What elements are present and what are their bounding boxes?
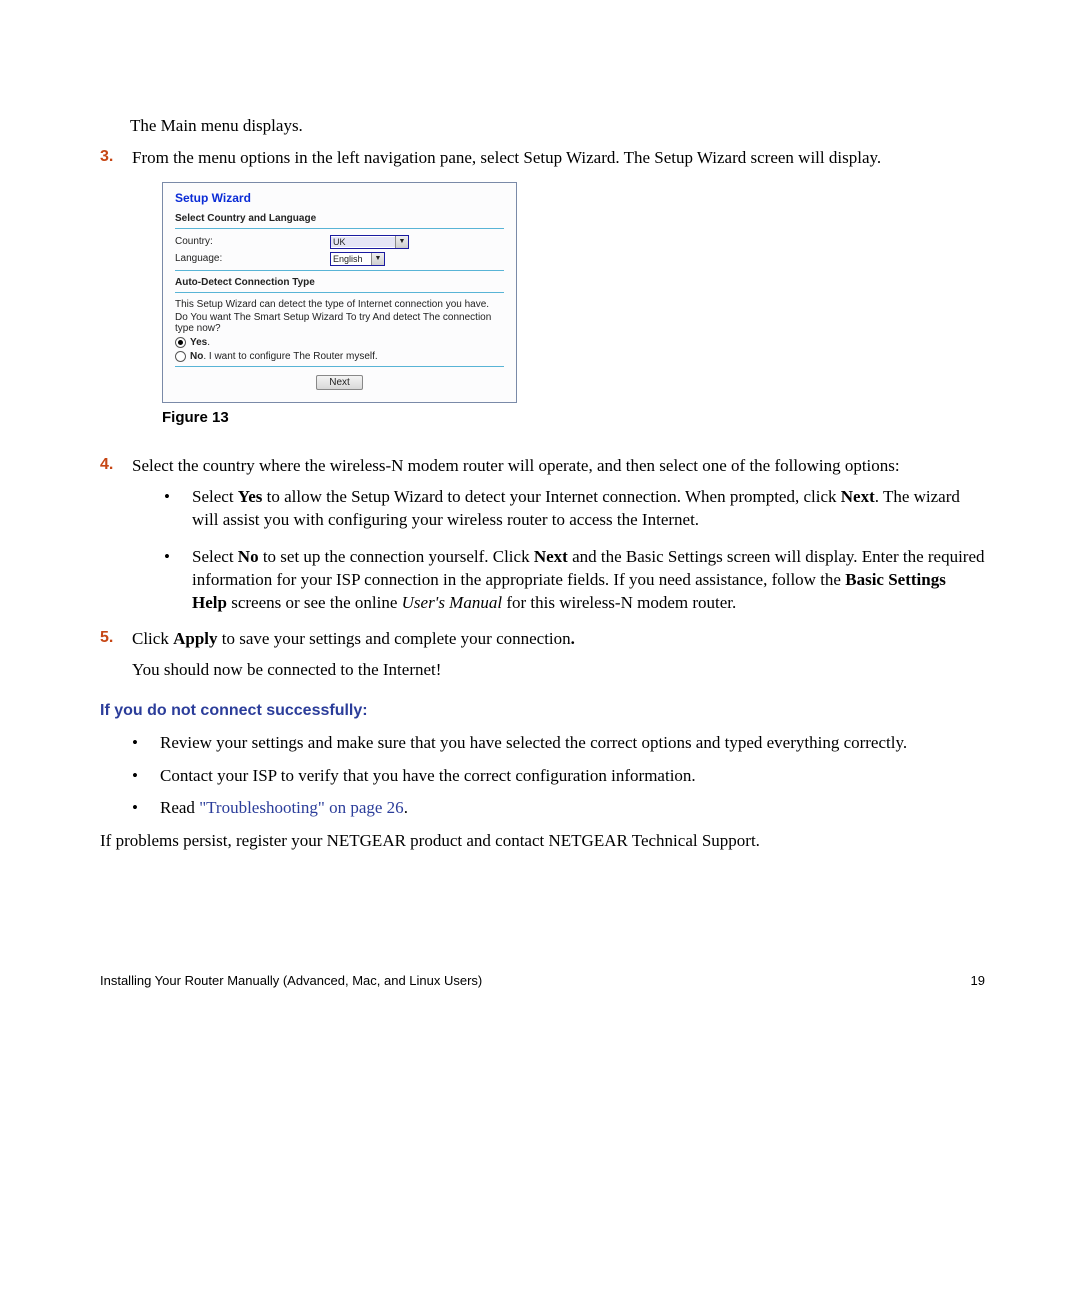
wizard-desc-1: This Setup Wizard can detect the type of… [175,299,504,310]
step-4: 4. Select the country where the wireless… [100,456,985,615]
country-select[interactable]: UK ▼ [330,235,409,249]
chevron-down-icon: ▼ [371,253,384,265]
step-number: 4. [100,456,113,474]
step-number: 5. [100,629,113,647]
intro-text: The Main menu displays. [130,115,985,138]
setup-wizard-screenshot: Setup Wizard Select Country and Language… [162,182,517,403]
separator [175,228,504,229]
radio-yes[interactable] [175,337,186,348]
troubleshooting-link[interactable]: "Troubleshooting" on page 26 [199,798,404,817]
footer-page-number: 19 [971,973,985,988]
radio-yes-row[interactable]: Yes. [175,337,504,348]
page-footer: Installing Your Router Manually (Advance… [100,973,985,988]
radio-yes-label: Yes. [190,337,210,348]
language-row: Language: English ▼ [175,252,504,266]
language-value: English [331,254,371,264]
wizard-desc-2: Do You want The Smart Setup Wizard To tr… [175,312,504,334]
country-row: Country: UK ▼ [175,235,504,249]
radio-no-label: No. I want to configure The Router mysel… [190,351,378,362]
wizard-section-autodetect: Auto-Detect Connection Type [175,277,504,288]
separator [175,270,504,271]
step-text: Select the country where the wireless-N … [132,456,900,475]
separator [175,366,504,367]
wizard-title: Setup Wizard [175,191,504,205]
step-text: From the menu options in the left naviga… [132,148,881,167]
country-value: UK [331,237,395,247]
option-yes: Select Yes to allow the Setup Wizard to … [162,486,985,532]
language-label: Language: [175,253,330,264]
radio-no[interactable] [175,351,186,362]
separator [175,292,504,293]
document-page: The Main menu displays. 3. From the menu… [0,0,1080,1048]
chevron-down-icon: ▼ [395,236,408,248]
country-label: Country: [175,236,330,247]
bullet-review: Review your settings and make sure that … [130,732,985,755]
step-number: 3. [100,148,113,166]
step-text: Click Apply to save your settings and co… [132,629,575,648]
next-button[interactable]: Next [316,375,363,390]
heading-not-connected: If you do not connect successfully: [100,702,985,720]
step-4-options: Select Yes to allow the Setup Wizard to … [162,486,985,615]
step-5-after: You should now be connected to the Inter… [132,659,985,682]
step-3: 3. From the menu options in the left nav… [100,148,985,426]
language-select[interactable]: English ▼ [330,252,385,266]
bullet-contact-isp: Contact your ISP to verify that you have… [130,765,985,788]
troubleshoot-bullets: Review your settings and make sure that … [130,732,985,821]
footer-chapter: Installing Your Router Manually (Advance… [100,973,482,988]
step-list: 3. From the menu options in the left nav… [100,148,985,682]
option-no: Select No to set up the connection yours… [162,546,985,615]
closing-text: If problems persist, register your NETGE… [100,830,985,853]
wizard-section-country: Select Country and Language [175,213,504,224]
radio-no-row[interactable]: No. I want to configure The Router mysel… [175,351,504,362]
bullet-read-troubleshooting: Read "Troubleshooting" on page 26. [130,797,985,820]
step-5: 5. Click Apply to save your settings and… [100,629,985,682]
figure-caption: Figure 13 [162,409,985,426]
